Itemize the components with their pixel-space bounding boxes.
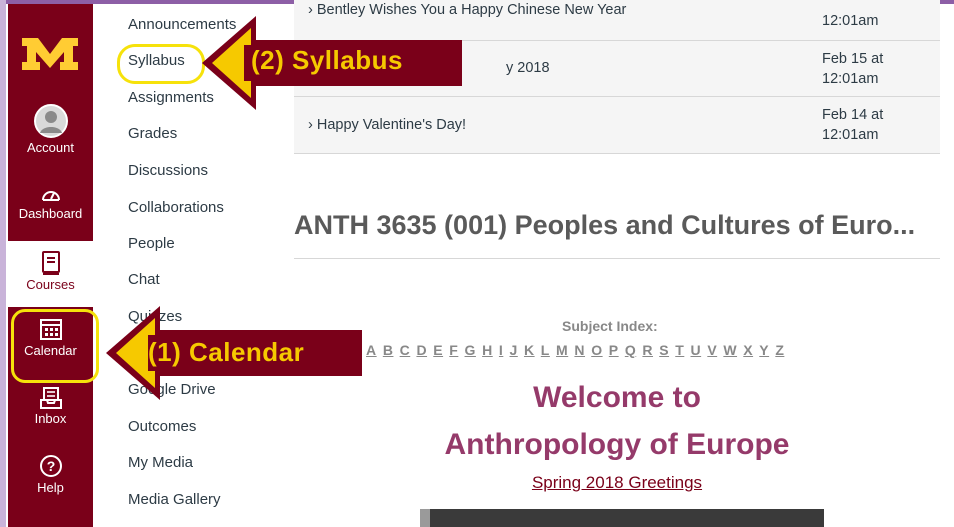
subject-index-letter[interactable]: H xyxy=(482,342,493,358)
course-nav-grades[interactable]: Grades xyxy=(128,125,177,142)
nav-courses-label: Courses xyxy=(26,277,75,292)
nav-account[interactable]: Account xyxy=(8,104,93,155)
subject-index-letter[interactable]: R xyxy=(642,342,653,358)
courses-icon xyxy=(41,251,60,275)
subject-index-letter[interactable]: K xyxy=(524,342,535,358)
welcome-heading-line2: Anthropology of Europe xyxy=(444,428,790,461)
subject-index-letter[interactable]: Q xyxy=(625,342,636,358)
nav-help-label: Help xyxy=(37,480,64,495)
course-nav-my-media[interactable]: My Media xyxy=(128,454,193,471)
syllabus-callout-label: (2) Syllabus xyxy=(251,45,403,75)
course-nav-outcomes[interactable]: Outcomes xyxy=(128,418,196,435)
subject-index-letter[interactable]: M xyxy=(556,342,568,358)
subject-index-letter[interactable]: O xyxy=(591,342,602,358)
subject-index-letter[interactable]: W xyxy=(723,342,737,358)
subject-index-letter[interactable]: S xyxy=(659,342,669,358)
greetings-link[interactable]: Spring 2018 Greetings xyxy=(294,473,940,493)
subject-index-letter[interactable]: A xyxy=(366,342,377,358)
subject-index-letter[interactable]: G xyxy=(465,342,476,358)
nav-inbox[interactable]: Inbox xyxy=(8,387,93,426)
announcement-date-line2: 12:01am xyxy=(822,127,879,143)
global-nav: Account Dashboard Courses Calendar Inbox… xyxy=(8,4,93,527)
window-frame-left xyxy=(0,0,6,527)
course-nav-collaborations[interactable]: Collaborations xyxy=(128,199,224,216)
nav-dashboard-label: Dashboard xyxy=(18,206,83,221)
announcement-title: y 2018 xyxy=(506,60,550,76)
dashboard-icon xyxy=(41,191,60,201)
announcement-date-line1: Feb 14 at xyxy=(822,107,884,123)
welcome-photo xyxy=(420,509,824,527)
avatar-icon xyxy=(33,104,68,138)
subject-index-letter[interactable]: T xyxy=(675,342,684,358)
svg-text:?: ? xyxy=(46,458,55,474)
calendar-callout-label: (1) Calendar xyxy=(148,337,305,367)
inbox-icon xyxy=(39,387,62,409)
announcement-date: 12:01am xyxy=(822,13,879,29)
subject-index-letter[interactable]: J xyxy=(510,342,518,358)
subject-index-letter[interactable]: E xyxy=(433,342,443,358)
course-nav-people[interactable]: People xyxy=(128,235,175,252)
welcome-heading-line1: Welcome to xyxy=(533,381,701,414)
nav-dashboard[interactable]: Dashboard xyxy=(8,184,93,221)
subject-index-label: Subject Index: xyxy=(562,318,658,334)
help-icon: ? xyxy=(39,455,62,477)
subject-index-letter[interactable]: B xyxy=(383,342,394,358)
announcement-date-line1: Feb 15 at xyxy=(822,51,884,67)
course-nav-media-gallery[interactable]: Media Gallery xyxy=(128,491,221,508)
announcement-title-text: Happy Valentine's Day! xyxy=(316,117,467,133)
title-divider xyxy=(294,258,940,259)
announcement-title: › Happy Valentine's Day! xyxy=(308,117,467,133)
subject-index-letter[interactable]: U xyxy=(691,342,702,358)
subject-index-letter[interactable]: L xyxy=(541,342,550,358)
subject-index-letter[interactable]: D xyxy=(416,342,427,358)
subject-index-letter[interactable]: Y xyxy=(759,342,769,358)
nav-account-label: Account xyxy=(27,140,74,155)
calendar-highlight xyxy=(11,309,99,383)
course-nav-chat[interactable]: Chat xyxy=(128,271,160,288)
nav-courses[interactable]: Courses xyxy=(8,241,93,307)
subject-index-letter[interactable]: I xyxy=(499,342,503,358)
announcement-date: Feb 14 at 12:01am xyxy=(822,105,883,145)
syllabus-highlight xyxy=(117,44,205,84)
subject-index-letters: ABCDEFGHIJKLMNOPQRSTUVWXYZ xyxy=(366,342,791,358)
announcement-date-line2: 12:01am xyxy=(822,71,879,87)
subject-index-letter[interactable]: P xyxy=(609,342,619,358)
subject-index-letter[interactable]: C xyxy=(400,342,411,358)
nav-inbox-label: Inbox xyxy=(34,411,67,426)
subject-index-letter[interactable]: V xyxy=(707,342,717,358)
subject-index-letter[interactable]: N xyxy=(574,342,585,358)
subject-index-letter[interactable]: Z xyxy=(775,342,784,358)
university-logo[interactable] xyxy=(20,36,80,72)
course-nav-discussions[interactable]: Discussions xyxy=(128,162,208,179)
announcement-date: Feb 15 at 12:01am xyxy=(822,49,883,89)
nav-help[interactable]: ? Help xyxy=(8,454,93,495)
subject-index-letter[interactable]: X xyxy=(743,342,753,358)
subject-index-letter[interactable]: F xyxy=(449,342,458,358)
course-title: ANTH 3635 (001) Peoples and Cultures of … xyxy=(294,210,916,240)
